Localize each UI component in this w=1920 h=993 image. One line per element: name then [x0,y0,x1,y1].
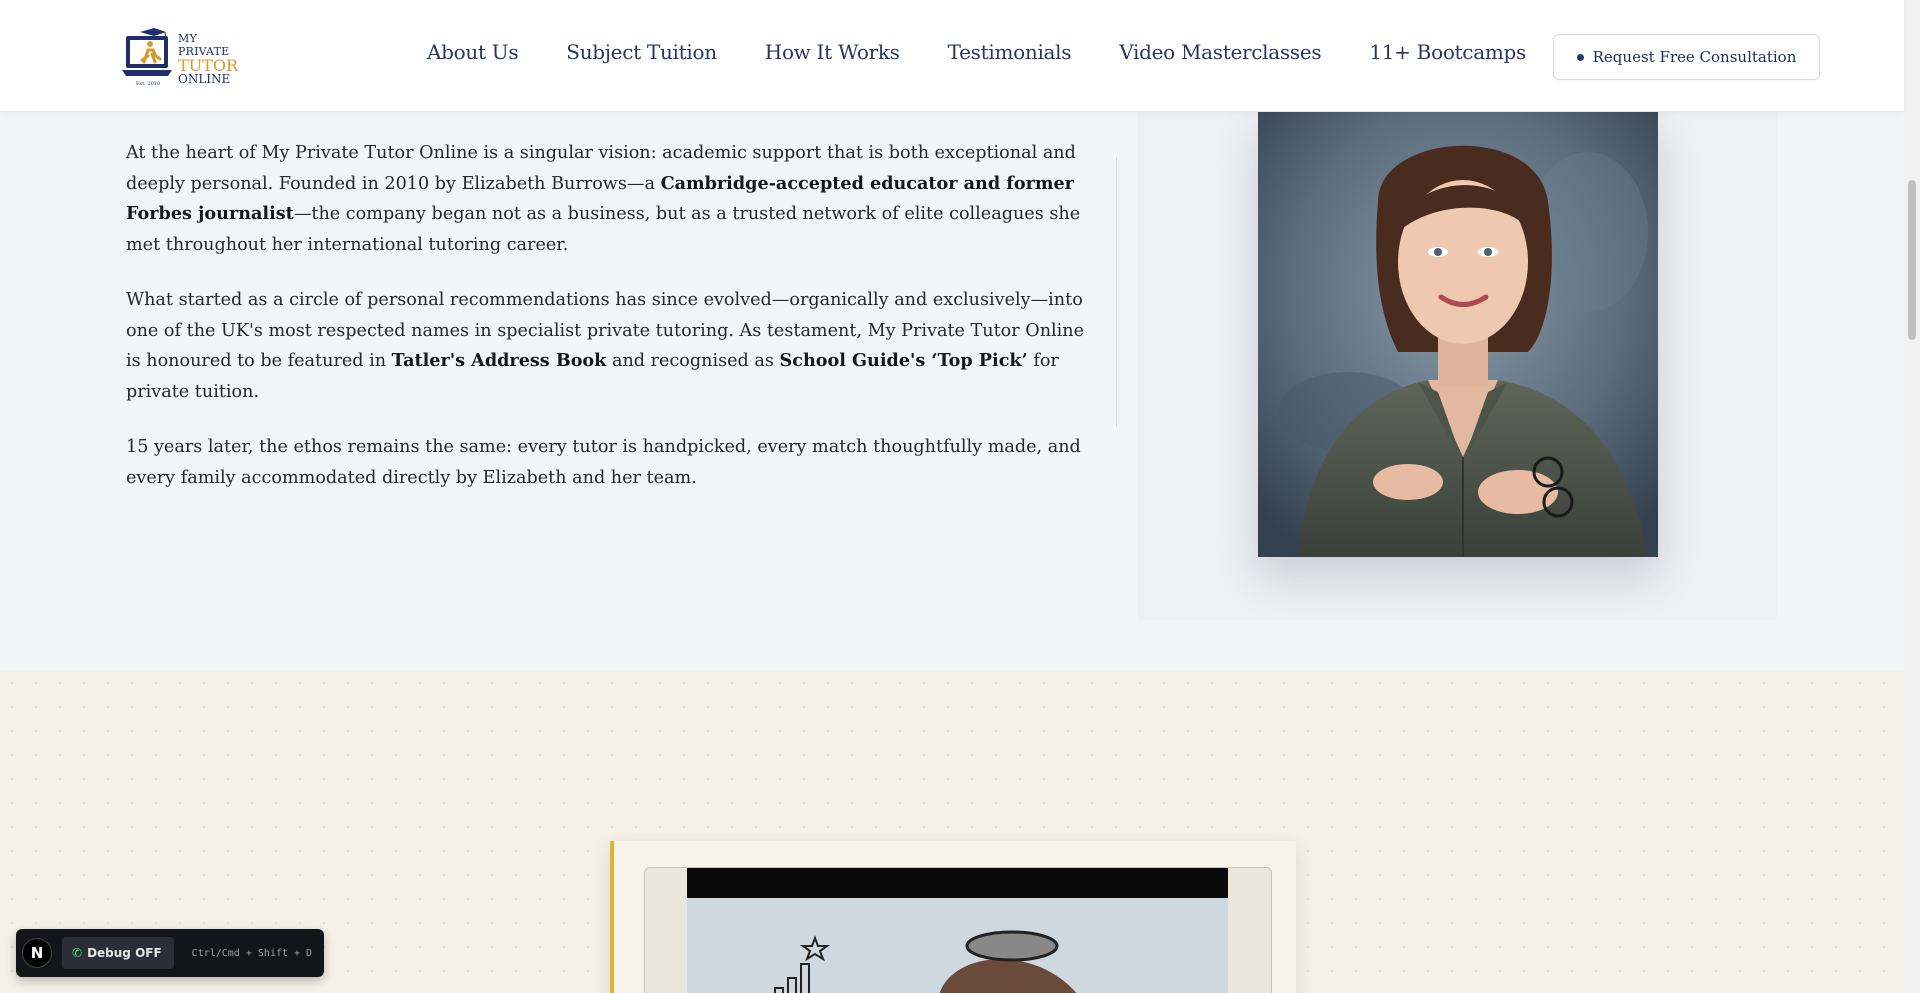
logo-line-1: MY PRIVATE [178,32,230,58]
scrollbar-thumb[interactable] [1908,180,1916,340]
about-paragraph-1: At the heart of My Private Tutor Online … [126,143,1081,255]
debug-shortcut-hint: Ctrl/Cmd + Shift + D [191,947,313,959]
logo-line-2: TUTOR [178,56,238,75]
founder-portrait-image [1258,112,1658,557]
section-divider [1116,157,1117,427]
about-paragraph-2: What started as a circle of personal rec… [126,290,1085,402]
site-logo[interactable]: MY PRIVATE TUTOR ONLINE Est. 2010 [122,22,244,88]
cta-dot-icon [1576,53,1584,61]
video-card [610,841,1296,993]
about-paragraph-3: 15 years later, the ethos remains the sa… [126,437,1081,488]
page-scrollbar[interactable] [1904,0,1920,993]
site-header: MY PRIVATE TUTOR ONLINE Est. 2010 About … [0,0,1904,112]
phone-icon: ✆ [72,946,83,960]
nav-how-it-works[interactable]: How It Works [765,40,900,64]
video-frame [644,867,1272,993]
about-text: At the heart of My Private Tutor Online … [126,138,1086,518]
about-section: At the heart of My Private Tutor Online … [0,110,1904,671]
logo-laptop-icon [122,28,172,76]
logo-wordmark: MY PRIVATE TUTOR ONLINE [178,32,244,86]
founder-portrait [1258,112,1658,557]
nav-video-masterclasses[interactable]: Video Masterclasses [1119,40,1321,64]
nav-about-us[interactable]: About Us [427,40,519,64]
video-thumbnail [687,898,1228,993]
next-logo-icon[interactable]: N [22,938,52,968]
debug-toggle-button[interactable]: ✆ Debug OFF [62,937,174,969]
request-consultation-button[interactable]: Request Free Consultation [1553,34,1820,80]
debug-toolbar: N ✆ Debug OFF Ctrl/Cmd + Shift + D [16,929,324,977]
cta-label: Request Free Consultation [1592,48,1797,66]
nav-11-plus-bootcamps[interactable]: 11+ Bootcamps [1369,40,1526,64]
main-nav: About Us Subject Tuition How It Works Te… [427,40,1574,64]
debug-toggle-label: Debug OFF [87,946,162,960]
nav-testimonials[interactable]: Testimonials [948,40,1072,64]
video-player[interactable] [687,868,1228,993]
logo-est: Est. 2010 [136,81,161,87]
nav-subject-tuition[interactable]: Subject Tuition [566,40,717,64]
